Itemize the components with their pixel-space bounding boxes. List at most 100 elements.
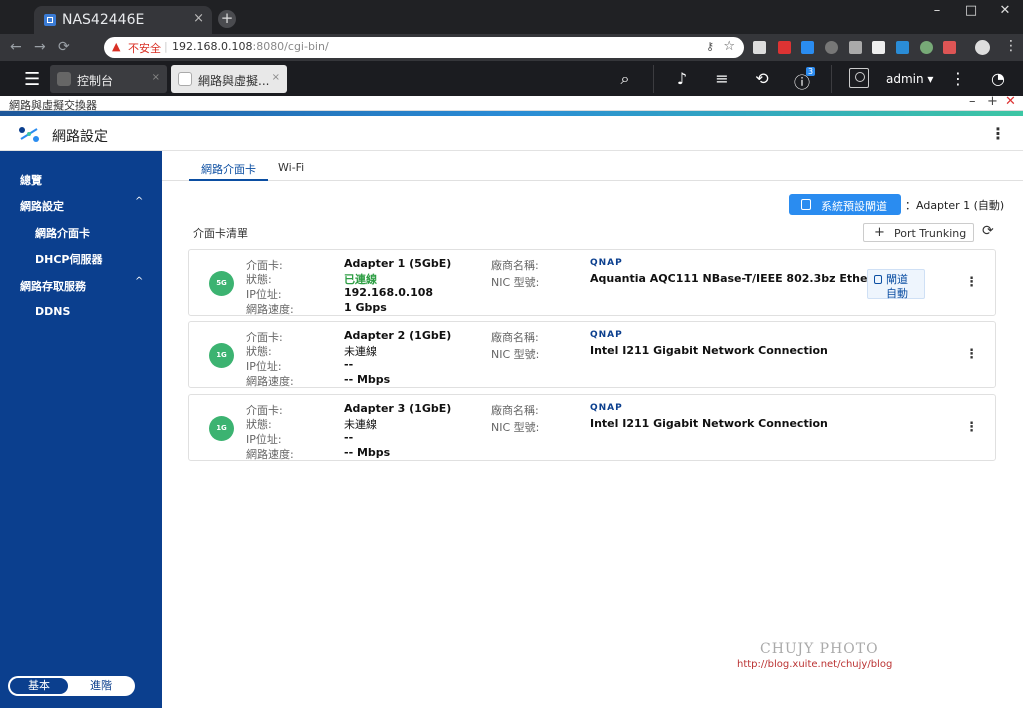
mode-advanced-button[interactable]: 進階 [72, 678, 130, 694]
extension-icon[interactable] [801, 41, 814, 54]
vendor-label: 廠商名稱: [491, 259, 539, 272]
adapter-card[interactable]: 1G 介面卡: 狀態: IP位址: 網路速度: Adapter 3 (1GbE)… [188, 394, 996, 461]
window-maximize-button[interactable]: □ [956, 3, 986, 18]
sidebar-item-ddns[interactable]: DDNS [35, 305, 70, 318]
adapter-ip: -- [344, 431, 354, 444]
background-tasks-icon[interactable]: ≡ [711, 69, 733, 88]
gateway-icon [874, 275, 882, 284]
url-host: 192.168.0.108 [172, 40, 253, 53]
adblock-extension-icon[interactable] [778, 41, 791, 54]
extension-icon[interactable] [872, 41, 885, 54]
address-bar[interactable]: ▲ 不安全 | 192.168.0.108:8080/cgi-bin/ ⚷ ☆ [104, 37, 744, 58]
browser-tab[interactable]: NAS42446E × [34, 6, 212, 34]
refresh-icon[interactable]: ⟳ [982, 223, 994, 239]
main-menu-icon[interactable]: ☰ [24, 69, 40, 90]
vendor-label: 廠商名稱: [491, 404, 539, 417]
app-close-button[interactable]: ✕ [1005, 94, 1016, 109]
network-icon [178, 72, 192, 86]
qts-tab-close-icon[interactable]: × [272, 72, 280, 83]
sidebar-item-network-adapter[interactable]: 網路介面卡 [35, 225, 90, 241]
key-icon[interactable]: ⚷ [706, 40, 714, 53]
network-settings-icon [19, 127, 39, 142]
default-gateway-button[interactable]: 系統預設閘道 [789, 194, 901, 215]
adapter-card[interactable]: 1G 介面卡: 狀態: IP位址: 網路速度: Adapter 2 (1GbE)… [188, 321, 996, 388]
speed-label: 網路速度: [246, 303, 294, 316]
app-maximize-button[interactable]: + [987, 94, 998, 109]
adapter-more-icon[interactable]: ⋮ [965, 347, 978, 362]
qts-tab-close-icon[interactable]: × [152, 72, 160, 83]
sidebar: 總覽 網路設定 ^ 網路介面卡 DHCP伺服器 網路存取服務 ^ DDNS 基本… [0, 151, 162, 708]
search-icon[interactable]: ⌕ [614, 69, 636, 89]
adapter-more-icon[interactable]: ⋮ [965, 420, 978, 435]
window-minimize-button[interactable]: – [922, 3, 952, 18]
dashboard-gauge-icon[interactable]: ◔ [987, 69, 1009, 88]
tab-wifi[interactable]: Wi-Fi [278, 161, 304, 174]
adapter-list-title: 介面卡清單 [193, 227, 248, 240]
forward-button[interactable]: → [34, 39, 46, 55]
divider [653, 65, 654, 93]
extension-icon[interactable] [896, 41, 909, 54]
sync-icon[interactable]: ⟲ [751, 69, 773, 88]
adapter-speed: -- Mbps [344, 373, 391, 386]
qts-tab-control-panel[interactable]: 控制台 × [50, 65, 167, 93]
bookmark-star-icon[interactable]: ☆ [723, 39, 735, 54]
sidebar-item-dhcp-server[interactable]: DHCP伺服器 [35, 251, 102, 267]
adapter-speed: -- Mbps [344, 446, 391, 459]
adapter-name: Adapter 1 (5GbE) [344, 257, 452, 270]
adapter-status: 已連線 [344, 273, 377, 286]
ip-label: IP位址: [246, 360, 282, 373]
watermark-url: http://blog.xuite.net/chujy/blog [737, 659, 893, 670]
chevron-up-icon[interactable]: ^ [135, 276, 143, 287]
port-trunking-button[interactable]: + Port Trunking [863, 223, 974, 242]
user-icon[interactable] [849, 68, 869, 88]
nic-model-label: NIC 型號: [491, 348, 540, 361]
page-title: 網路設定 [52, 129, 108, 145]
extension-icon[interactable] [825, 41, 838, 54]
qnap-logo: QNAP [590, 403, 623, 413]
warning-icon: ▲ [112, 40, 121, 53]
browser-tab-strip: NAS42446E × + – □ ✕ [0, 0, 1023, 34]
window-close-button[interactable]: ✕ [990, 3, 1020, 18]
gateway-tag-mode: 自動 [886, 287, 908, 300]
chevron-up-icon[interactable]: ^ [135, 196, 143, 207]
adapter-more-icon[interactable]: ⋮ [965, 275, 978, 290]
username-menu[interactable]: admin ▾ [886, 72, 933, 86]
app-window-title-bar: 網路與虛擬交換器 – + ✕ [0, 94, 1023, 112]
url-text: 192.168.0.108:8080/cgi-bin/ [172, 40, 329, 53]
app-header: 網路設定 ⋮ [0, 116, 1023, 151]
browser-menu-icon[interactable]: ⋮ [1004, 38, 1018, 54]
nic-model: Intel I211 Gigabit Network Connection [590, 417, 828, 430]
mode-basic-button[interactable]: 基本 [10, 678, 68, 694]
port-trunking-label: Port Trunking [894, 227, 967, 240]
browser-toolbar: ← → ⟳ ▲ 不安全 | 192.168.0.108:8080/cgi-bin… [0, 34, 1023, 61]
sidebar-item-network-settings[interactable]: 網路設定 [20, 198, 64, 214]
extension-icon[interactable] [849, 41, 862, 54]
browser-tab-close-icon[interactable]: × [193, 11, 204, 26]
extension-icon[interactable] [943, 41, 956, 54]
volume-icon[interactable]: ♪ [671, 69, 693, 88]
qts-tab-label: 控制台 [77, 74, 114, 88]
reload-button[interactable]: ⟳ [58, 39, 70, 55]
gateway-icon [801, 199, 811, 210]
back-button[interactable]: ← [10, 39, 22, 55]
security-warning[interactable]: 不安全 [128, 40, 161, 56]
adapter-card[interactable]: 5G 介面卡: 狀態: IP位址: 網路速度: Adapter 1 (5GbE)… [188, 249, 996, 316]
tab-network-adapter[interactable]: 網路介面卡 [189, 161, 268, 181]
new-tab-button[interactable]: + [218, 10, 236, 28]
qts-tab-label: 網路與虛擬... [198, 74, 270, 88]
vendor-label: 廠商名稱: [491, 331, 539, 344]
qts-tab-network[interactable]: 網路與虛擬... × [171, 65, 287, 93]
plus-icon: + [874, 225, 885, 240]
browser-profile-avatar[interactable] [975, 40, 990, 55]
extension-icon[interactable] [920, 41, 933, 54]
app-minimize-button[interactable]: – [969, 94, 976, 109]
browser-tab-title: NAS42446E [62, 12, 145, 28]
content-tabs: 網路介面卡 Wi-Fi [162, 151, 1023, 181]
app-more-icon[interactable]: ⋮ [990, 124, 1006, 143]
default-gateway-label: 系統預設閘道 [821, 200, 887, 213]
qnap-logo: QNAP [590, 258, 623, 268]
more-options-icon[interactable]: ⋮ [947, 69, 969, 88]
sidebar-item-network-access[interactable]: 網路存取服務 [20, 278, 86, 294]
sidebar-item-overview[interactable]: 總覽 [20, 172, 42, 188]
extension-icon[interactable] [753, 41, 766, 54]
